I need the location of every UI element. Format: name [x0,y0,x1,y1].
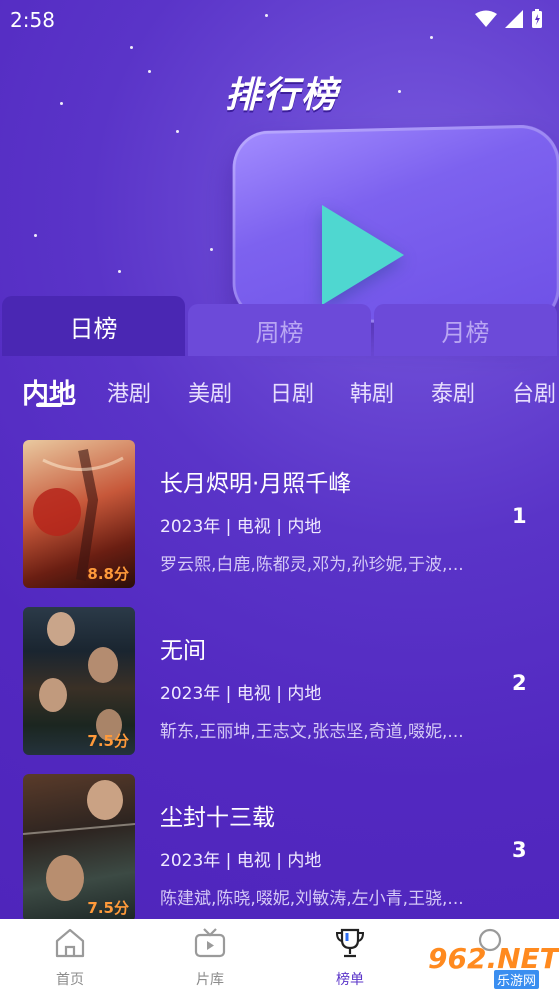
category-korea[interactable]: 韩剧 [350,376,394,408]
status-icons [475,9,543,29]
watermark-subtext: 乐游网 [494,970,539,989]
poster-image[interactable]: 7.5分 [23,774,135,922]
tab-label: 月榜 [442,313,490,348]
tab-label: 周榜 [256,313,304,348]
nav-ranking[interactable]: 榜单 [310,927,390,989]
category-us[interactable]: 美剧 [188,376,232,408]
score-badge: 8.8分 [87,563,129,584]
poster-image[interactable]: 8.8分 [23,440,135,588]
status-time: 2:58 [10,8,55,32]
rank-number: 1 [512,504,527,528]
battery-icon [531,9,543,29]
nav-label: 榜单 [310,969,390,989]
watermark-logo: 962.NET 乐游网 [420,942,555,988]
poster-image[interactable]: 7.5分 [23,607,135,755]
rank-number: 2 [512,671,527,695]
screen: 2:58 排行榜 日榜 周榜 月榜 内地 港剧 美剧 日剧 韩剧 泰剧 台剧 8… [0,0,559,995]
item-cast: 陈建斌,陈晓,啜妮,刘敏涛,左小青,王骁,... [160,884,490,909]
nav-home[interactable]: 首页 [30,927,110,989]
nav-label: 首页 [30,969,110,989]
item-title: 无间 [160,631,206,665]
score-badge: 7.5分 [87,897,129,918]
status-bar: 2:58 [0,0,559,40]
tab-monthly[interactable]: 月榜 [374,304,557,356]
play-icon [322,205,404,305]
score-badge: 7.5分 [87,730,129,751]
tv-icon [193,927,227,959]
category-japan[interactable]: 日剧 [270,376,314,408]
nav-label: 片库 [170,969,250,989]
tab-label: 日榜 [70,309,118,344]
category-thai[interactable]: 泰剧 [431,376,475,408]
item-meta: 2023年 | 电视 | 内地 [160,846,321,871]
item-cast: 靳东,王丽坤,王志文,张志坚,奇道,啜妮,... [160,717,490,742]
home-icon [53,927,87,959]
signal-icon [505,10,523,28]
item-meta: 2023年 | 电视 | 内地 [160,512,321,537]
item-meta: 2023年 | 电视 | 内地 [160,679,321,704]
item-title: 尘封十三载 [160,798,275,832]
category-hk[interactable]: 港剧 [107,376,151,408]
list-item[interactable]: 7.5分 无间 2023年 | 电视 | 内地 靳东,王丽坤,王志文,张志坚,奇… [0,607,559,757]
wifi-icon [475,10,497,28]
rank-number: 3 [512,838,527,862]
page-title: 排行榜 [212,66,352,118]
tab-weekly[interactable]: 周榜 [188,304,371,356]
item-cast: 罗云熙,白鹿,陈都灵,邓为,孙珍妮,于波,... [160,550,490,575]
category-indicator [36,403,62,407]
category-taiwan[interactable]: 台剧 [512,376,556,408]
nav-library[interactable]: 片库 [170,927,250,989]
category-bar: 内地 港剧 美剧 日剧 韩剧 泰剧 台剧 [0,366,559,426]
item-title: 长月烬明·月照千峰 [160,464,351,498]
trophy-icon [333,927,367,959]
tab-daily[interactable]: 日榜 [2,296,185,356]
list-item[interactable]: 7.5分 尘封十三载 2023年 | 电视 | 内地 陈建斌,陈晓,啜妮,刘敏涛… [0,774,559,924]
list-item[interactable]: 8.8分 长月烬明·月照千峰 2023年 | 电视 | 内地 罗云熙,白鹿,陈都… [0,440,559,590]
ranking-tabs: 日榜 周榜 月榜 [0,296,559,356]
